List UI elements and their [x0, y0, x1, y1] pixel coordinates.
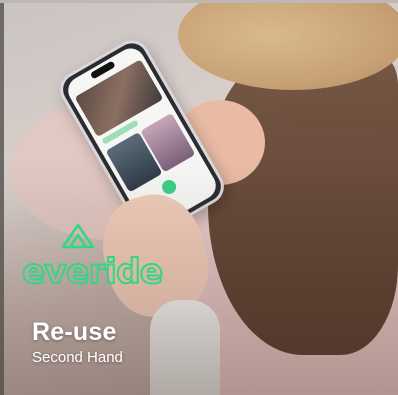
card-subtitle: Second Hand — [32, 349, 123, 366]
mountain-triangle-icon — [61, 223, 95, 249]
brand-wordmark: everide — [21, 251, 164, 293]
card-title: Re-use — [32, 318, 117, 346]
promo-card[interactable]: everide Re-use Second Hand — [0, 0, 398, 395]
